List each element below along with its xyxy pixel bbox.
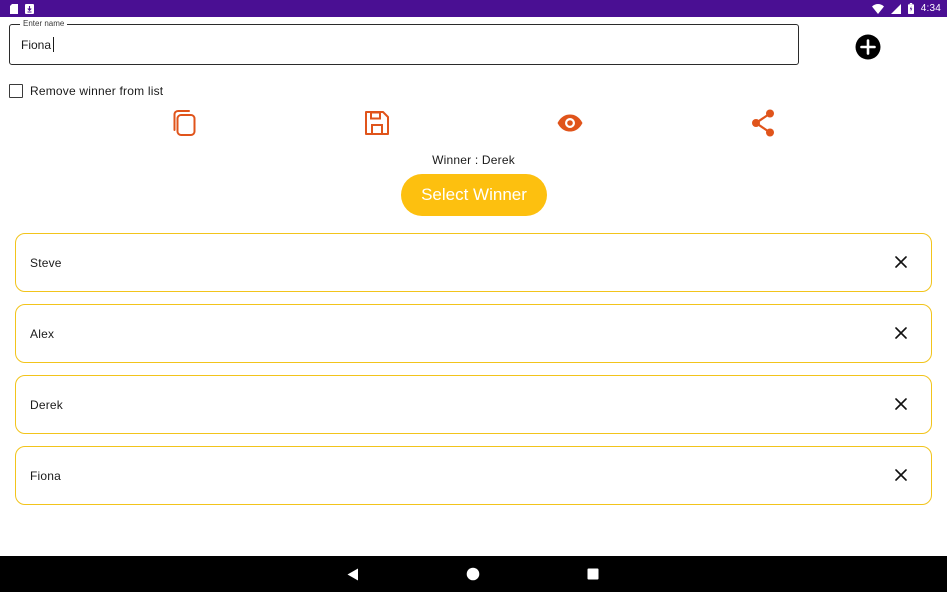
close-icon [895, 327, 907, 339]
list-item-name: Fiona [30, 469, 62, 483]
app-screen: 4:34 Enter name Remove winner from list [0, 0, 947, 592]
remove-winner-label: Remove winner from list [30, 84, 164, 98]
status-bar: 4:34 [0, 0, 947, 17]
remove-name-button[interactable] [893, 254, 909, 270]
name-input[interactable] [21, 36, 781, 54]
remove-winner-row[interactable]: Remove winner from list [9, 83, 163, 99]
plus-circle-icon [855, 34, 881, 60]
close-icon [895, 469, 907, 481]
view-button[interactable] [555, 108, 585, 138]
sd-card-icon [10, 3, 18, 14]
save-icon [365, 111, 389, 135]
winner-text: Winner : Derek [432, 153, 515, 167]
home-button[interactable] [466, 567, 480, 581]
recents-square-icon [587, 568, 599, 580]
list-item-name: Derek [30, 398, 64, 412]
navigation-bar [0, 556, 947, 592]
save-button[interactable] [362, 108, 392, 138]
remove-winner-checkbox[interactable] [9, 84, 23, 98]
status-left [10, 3, 34, 14]
close-icon [895, 256, 907, 268]
download-icon [25, 3, 34, 14]
list-item: Alex [15, 304, 932, 363]
home-circle-icon [466, 567, 480, 581]
list-item: Steve [15, 233, 932, 292]
status-time: 4:34 [920, 3, 941, 14]
back-button[interactable] [346, 567, 360, 581]
list-item: Fiona [15, 446, 932, 505]
back-triangle-icon [347, 568, 358, 580]
eye-icon [557, 114, 583, 132]
wifi-icon [871, 3, 884, 14]
signal-icon [890, 3, 901, 14]
remove-name-button[interactable] [893, 396, 909, 412]
add-name-button[interactable] [855, 34, 881, 60]
name-field-label: Enter name [20, 18, 68, 30]
remove-name-button[interactable] [893, 467, 909, 483]
remove-name-button[interactable] [893, 325, 909, 341]
select-winner-button[interactable]: Select Winner [401, 174, 547, 216]
copy-button[interactable] [169, 108, 199, 138]
close-icon [895, 398, 907, 410]
battery-icon [907, 3, 914, 14]
name-list: Steve Alex Derek Fiona [15, 233, 932, 517]
copy-icon [173, 110, 196, 136]
list-item: Derek [15, 375, 932, 434]
recents-button[interactable] [586, 567, 600, 581]
list-item-name: Steve [30, 256, 62, 270]
text-cursor [53, 37, 54, 52]
name-field[interactable]: Enter name [9, 18, 799, 65]
share-button[interactable] [748, 108, 778, 138]
list-item-name: Alex [30, 327, 55, 341]
status-right: 4:34 [871, 3, 941, 14]
share-icon [752, 109, 774, 137]
